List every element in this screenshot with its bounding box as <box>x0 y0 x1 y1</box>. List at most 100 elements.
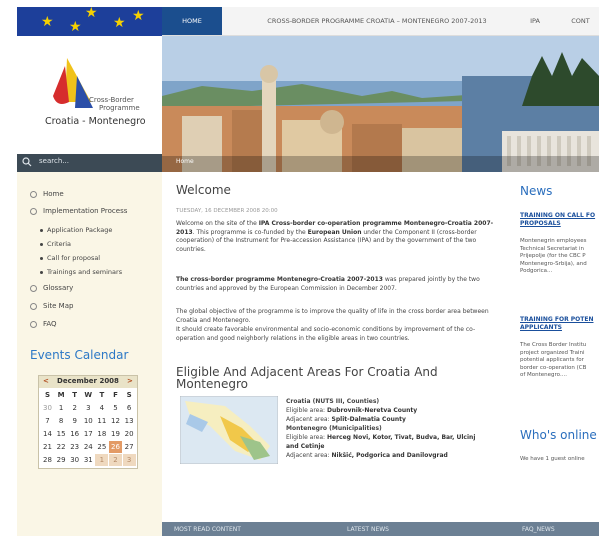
section-title: Eligible And Adjacent Areas For Croatia … <box>176 365 438 391</box>
calendar-day[interactable]: 20 <box>123 428 136 440</box>
calendar-day[interactable]: 26 <box>109 441 122 453</box>
calendar-day-header: T <box>72 391 78 399</box>
news-link-text: PROPOSALS <box>520 220 561 227</box>
news-excerpt: Montenegrin employees Technical Secretar… <box>520 238 599 276</box>
tab-programme[interactable]: CROSS-BORDER PROGRAMME CROATIA – MONTENE… <box>242 7 512 35</box>
calendar-day[interactable]: 15 <box>55 428 68 440</box>
area-label: Eligible area: <box>286 407 327 414</box>
calendar-day[interactable]: 10 <box>82 415 95 427</box>
tab-latest-news[interactable]: LATEST NEWS <box>347 526 389 533</box>
news-link-text: TRAINING ON CALL FO <box>520 212 596 219</box>
banner-photo <box>162 36 599 172</box>
calendar-day[interactable]: 31 <box>82 454 95 466</box>
calendar-day[interactable]: 22 <box>55 441 68 453</box>
calendar-day[interactable]: 30 <box>41 402 54 414</box>
sidebar-item-home[interactable]: Home <box>30 190 64 198</box>
search-icon <box>22 157 32 167</box>
calendar-day[interactable]: 9 <box>68 415 81 427</box>
bottom-tabs: MOST READ CONTENT LATEST NEWS FAQ_NEWS <box>162 522 599 536</box>
calendar-day[interactable]: 23 <box>68 441 81 453</box>
calendar-day-header: S <box>126 391 132 399</box>
logo-panel[interactable]: Cross-Border Programme Croatia - Montene… <box>17 36 162 154</box>
calendar-day[interactable]: 6 <box>123 402 136 414</box>
calendar-day[interactable]: 5 <box>109 402 122 414</box>
area-label: Adjacent area: <box>286 416 332 423</box>
calendar-day[interactable]: 24 <box>82 441 95 453</box>
sidebar-item-glossary[interactable]: Glossary <box>30 284 73 292</box>
sidebar-item-site-map[interactable]: Site Map <box>30 302 73 310</box>
calendar-day-header: W <box>84 391 93 399</box>
bullet-icon <box>40 242 43 246</box>
star-icon: ★ <box>113 15 126 31</box>
conditions-paragraph: It should create favorable environmental… <box>176 326 476 342</box>
sidebar-subitem-label: Application Package <box>47 226 113 234</box>
star-icon: ★ <box>41 14 54 30</box>
calendar-day[interactable]: 8 <box>55 415 68 427</box>
calendar-day-header: S <box>44 391 51 399</box>
star-icon: ★ <box>132 8 145 24</box>
calendar-day[interactable]: 1 <box>95 454 109 466</box>
tab-home[interactable]: HOME <box>162 7 222 35</box>
area-row: Eligible area: Herceg Novi, Kotor, Tivat… <box>286 434 498 443</box>
text: Technical Secretariat in <box>520 245 585 252</box>
bullet-icon <box>30 284 37 292</box>
calendar-day[interactable]: 1 <box>55 402 68 414</box>
area-value: Split-Dalmatia County <box>331 416 406 423</box>
area-row: Eligible area: Dubrovnik-Neretva County <box>286 407 498 416</box>
area-row: Montenegro (Municipalities) <box>286 425 498 434</box>
news-link-text: APPLICANTS <box>520 324 562 331</box>
sidebar-item-faq[interactable]: FAQ <box>30 320 57 328</box>
eu-name: European Union <box>307 228 362 236</box>
header-banner: Home <box>162 36 599 172</box>
sidebar-subitem-criteria[interactable]: Criteria <box>40 240 71 248</box>
tab-faq-news[interactable]: FAQ_NEWS <box>522 526 555 533</box>
calendar-day[interactable]: 4 <box>95 402 108 414</box>
bullet-icon <box>30 320 37 328</box>
calendar-day[interactable]: 16 <box>68 428 81 440</box>
calendar-day[interactable]: 2 <box>109 454 122 466</box>
sidebar-item-label: Home <box>43 190 64 198</box>
news-link[interactable]: TRAINING FOR POTEN APPLICANTS <box>520 316 599 332</box>
calendar-day[interactable]: 17 <box>82 428 95 440</box>
calendar-day[interactable]: 7 <box>41 415 54 427</box>
area-label: Adjacent area: <box>286 452 332 459</box>
calendar-next-button[interactable]: > <box>127 377 133 385</box>
calendar-prev-button[interactable]: < <box>43 377 49 385</box>
calendar-day[interactable]: 18 <box>95 428 108 440</box>
calendar-day[interactable]: 29 <box>55 454 68 466</box>
top-navigation: HOME CROSS-BORDER PROGRAMME CROATIA – MO… <box>162 7 599 36</box>
text: Prijepolje (for the CBC P <box>520 253 586 259</box>
sidebar-item-implementation-process[interactable]: Implementation Process <box>30 207 127 215</box>
sidebar-subitem-trainings[interactable]: Trainings and seminars <box>40 268 122 276</box>
events-calendar: < December 2008 > S M T W T F S 30 1 2 3 4 5 6 7 8 9 10 11… <box>38 375 138 469</box>
tab-ipa[interactable]: IPA <box>520 7 550 35</box>
search-box[interactable]: search... <box>17 154 162 172</box>
sidebar-subitem-call-for-proposal[interactable]: Call for proposal <box>40 254 100 262</box>
calendar-day[interactable]: 3 <box>122 454 136 466</box>
tab-contact[interactable]: CONT <box>562 7 599 35</box>
area-row: Croatia (NUTS III, Counties) <box>286 398 498 407</box>
bullet-icon <box>30 207 37 215</box>
calendar-day[interactable]: 30 <box>68 454 81 466</box>
calendar-day[interactable]: 25 <box>95 441 108 453</box>
calendar-day[interactable]: 12 <box>109 415 122 427</box>
news-link[interactable]: TRAINING ON CALL FO PROPOSALS <box>520 212 599 228</box>
calendar-day[interactable]: 3 <box>82 402 95 414</box>
calendar-day[interactable]: 14 <box>41 428 54 440</box>
sidebar-item-label: Glossary <box>43 284 74 292</box>
sidebar-subitem-application-package[interactable]: Application Package <box>40 226 112 234</box>
online-count: We have 1 guest online <box>520 456 585 462</box>
calendar-day[interactable]: 27 <box>123 441 136 453</box>
calendar-day[interactable]: 13 <box>123 415 136 427</box>
calendar-day[interactable]: 21 <box>41 441 54 453</box>
calendar-day[interactable]: 19 <box>109 428 122 440</box>
calendar-day[interactable]: 28 <box>41 454 54 466</box>
breadcrumb[interactable]: Home <box>176 158 194 165</box>
area-row: Adjacent area: Nikšić, Podgorica and Dan… <box>286 452 498 461</box>
bullet-icon <box>30 190 37 198</box>
search-input[interactable]: search... <box>39 157 69 165</box>
calendar-day[interactable]: 2 <box>68 402 81 414</box>
calendar-day[interactable]: 11 <box>95 415 108 427</box>
logo-title: Croatia - Montenegro <box>45 116 146 127</box>
tab-most-read[interactable]: MOST READ CONTENT <box>174 526 241 533</box>
